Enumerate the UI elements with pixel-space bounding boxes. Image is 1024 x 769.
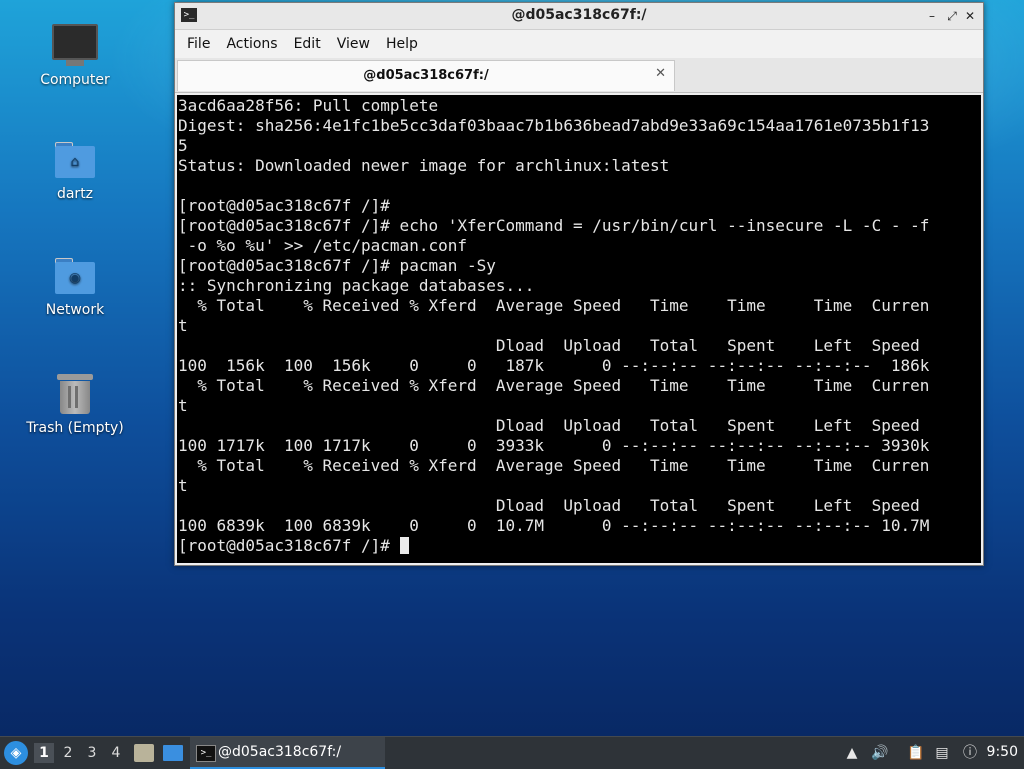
terminal-text: 3acd6aa28f56: Pull complete Digest: sha2…: [177, 95, 981, 556]
terminal-line: [root@d05ac318c67f /]# echo 'XferCommand…: [178, 216, 930, 235]
tab-label: @d05ac318c67f:/: [363, 68, 489, 83]
terminal-line: t: [178, 396, 188, 415]
network-folder-icon: ◉: [55, 258, 95, 294]
terminal-line: 5: [178, 136, 188, 155]
desktop-icon-label: dartz: [56, 186, 94, 202]
start-menu-icon[interactable]: ◈: [4, 741, 28, 765]
terminal-line: Dload Upload Total Spent Left Speed: [495, 496, 920, 515]
clock: 9:50: [986, 744, 1018, 760]
desktop-icon-label: Computer: [40, 72, 110, 88]
terminal-line: :: Synchronizing package databases...: [178, 276, 535, 295]
menu-edit[interactable]: Edit: [286, 36, 329, 52]
show-desktop-icon[interactable]: [163, 745, 183, 761]
window-titlebar[interactable]: >_ @d05ac318c67f:/ – ⤢ ✕: [175, 3, 983, 30]
terminal-prompt: [root@d05ac318c67f /]#: [178, 536, 400, 555]
terminal-line: Dload Upload Total Spent Left Speed: [495, 336, 920, 355]
terminal-line: Status: Downloaded newer image for archl…: [178, 156, 670, 175]
maximize-button[interactable]: ⤢: [943, 7, 961, 25]
desktop-icon-label: Trash (Empty): [26, 420, 124, 436]
tab-terminal[interactable]: @d05ac318c67f:/ ✕: [177, 60, 675, 91]
menu-file[interactable]: File: [179, 36, 218, 52]
terminal-line: t: [178, 476, 188, 495]
terminal-window: >_ @d05ac318c67f:/ – ⤢ ✕ File Actions Ed…: [174, 2, 984, 566]
terminal-line: -o %o %u' >> /etc/pacman.conf: [187, 236, 467, 255]
close-button[interactable]: ✕: [961, 7, 979, 25]
update-icon[interactable]: ▲: [842, 743, 862, 763]
menu-help[interactable]: Help: [378, 36, 426, 52]
terminal-line: 3acd6aa28f56: Pull complete: [178, 96, 439, 115]
trash-icon: [57, 374, 93, 414]
terminal-line: 100 156k 100 156k 0 0 187k 0 --:--:-- --…: [178, 356, 930, 375]
home-folder-icon: ⌂: [55, 142, 95, 178]
workspace-1[interactable]: 1: [34, 743, 54, 763]
desktop-icon-home-folder[interactable]: ⌂ dartz: [20, 142, 130, 202]
menu-actions[interactable]: Actions: [218, 36, 285, 52]
terminal-line: Dload Upload Total Spent Left Speed: [495, 416, 920, 435]
workspace-4[interactable]: 4: [106, 743, 126, 763]
clipboard-icon[interactable]: 📋: [906, 743, 926, 763]
desktop-icon-network[interactable]: ◉ Network: [20, 258, 130, 318]
volume-icon[interactable]: 🔊: [870, 743, 890, 763]
tab-close-icon[interactable]: ✕: [655, 66, 666, 81]
workspace-3[interactable]: 3: [82, 743, 102, 763]
terminal-line: % Total % Received % Xferd Average Speed…: [197, 456, 930, 475]
terminal-line: % Total % Received % Xferd Average Speed…: [197, 296, 930, 315]
window-title: @d05ac318c67f:/: [511, 7, 647, 23]
task-label: @d05ac318c67f:/: [218, 744, 342, 760]
tab-bar: @d05ac318c67f:/ ✕: [175, 58, 983, 93]
workspace-2[interactable]: 2: [58, 743, 78, 763]
taskbar-task-terminal[interactable]: >_ @d05ac318c67f:/: [190, 737, 385, 769]
notification-icon[interactable]: ⓘ: [960, 743, 980, 763]
desktop-icon-computer[interactable]: Computer: [20, 24, 130, 88]
terminal-line: 100 1717k 100 1717k 0 0 3933k 0 --:--:--…: [178, 436, 930, 455]
desktop-icon-label: Network: [45, 302, 105, 318]
terminal-cursor: [399, 537, 409, 554]
file-manager-icon[interactable]: [134, 744, 154, 762]
terminal-line: t: [178, 316, 188, 335]
terminal-line: Digest: sha256:4e1fc1be5cc3daf03baac7b1b…: [178, 116, 930, 135]
terminal-line: [root@d05ac318c67f /]# pacman -Sy: [178, 256, 496, 275]
menu-view[interactable]: View: [329, 36, 378, 52]
terminal-line: % Total % Received % Xferd Average Speed…: [197, 376, 930, 395]
taskbar: ◈ 1 2 3 4 >_ @d05ac318c67f:/ ▲ 🔊 📋 ▤ ⓘ 9…: [0, 736, 1024, 769]
terminal-line: 100 6839k 100 6839k 0 0 10.7M 0 --:--:--…: [178, 516, 930, 535]
desktop-icon-trash[interactable]: Trash (Empty): [20, 374, 130, 436]
computer-icon: [52, 24, 98, 66]
network-status-icon[interactable]: ▤: [932, 743, 952, 763]
terminal-line: [root@d05ac318c67f /]#: [178, 196, 390, 215]
terminal-icon: >_: [196, 745, 216, 762]
menubar: File Actions Edit View Help: [175, 30, 983, 58]
terminal-output[interactable]: 3acd6aa28f56: Pull complete Digest: sha2…: [177, 95, 981, 563]
minimize-button[interactable]: –: [923, 7, 941, 25]
